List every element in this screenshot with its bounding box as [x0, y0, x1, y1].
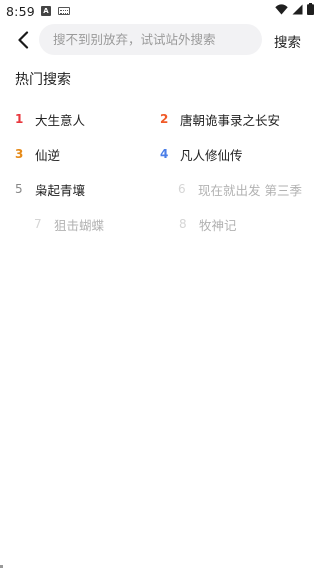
hot-search-rank: 6	[178, 182, 186, 196]
hot-search-rank: 8	[179, 217, 187, 231]
hot-search-item-title: 牧神记	[199, 217, 237, 233]
battery-icon	[307, 3, 314, 15]
hot-search-item-title: 枭起青壤	[35, 182, 86, 198]
notification-icons: A	[41, 6, 70, 16]
hot-search-rank: 2	[160, 112, 169, 126]
hot-search-item[interactable]: 5 枭起青壤	[15, 179, 85, 199]
keyboard-icon	[58, 7, 70, 15]
status-time: 8:59	[6, 4, 35, 19]
hot-search-rank: 3	[15, 147, 24, 161]
hot-search-rank: 4	[160, 147, 169, 161]
status-bar: 8:59 A	[0, 0, 320, 22]
search-input[interactable]	[39, 24, 262, 55]
hot-search-item-title: 凡人修仙传	[180, 147, 243, 163]
hot-search-item[interactable]: 6 现在就出发 第三季	[178, 179, 302, 199]
system-icons	[275, 3, 314, 15]
hot-search-item[interactable]: 8 牧神记	[179, 214, 237, 234]
wifi-icon	[275, 3, 288, 14]
cell-signal-icon	[292, 4, 303, 14]
hot-search-item[interactable]: 7 狙击蝴蝶	[34, 214, 104, 234]
hot-search-rank: 1	[15, 112, 24, 126]
hot-search-item[interactable]: 4 凡人修仙传	[160, 144, 243, 164]
search-screen: 8:59 A 搜索 热门搜索 1	[0, 0, 320, 568]
hot-search-rank: 7	[34, 217, 42, 231]
back-button[interactable]	[10, 26, 36, 54]
search-button[interactable]: 搜索	[274, 31, 301, 51]
app-notification-icon: A	[41, 6, 51, 16]
hot-search-item[interactable]: 2 唐朝诡事录之长安	[160, 109, 280, 129]
search-header: 搜索	[0, 22, 320, 58]
hot-search-item-title: 仙逆	[35, 147, 61, 163]
hot-search-item-title: 唐朝诡事录之长安	[180, 112, 281, 128]
hot-search-item[interactable]: 3 仙逆	[15, 144, 60, 164]
hot-search-item[interactable]: 1 大生意人	[15, 109, 85, 129]
hot-search-rank: 5	[15, 182, 23, 196]
hot-search-title: 热门搜索	[15, 72, 71, 88]
hot-search-item-title: 大生意人	[35, 112, 86, 128]
chevron-left-icon	[18, 31, 29, 49]
hot-search-item-title: 狙击蝴蝶	[54, 217, 105, 233]
hot-search-item-title: 现在就出发 第三季	[198, 182, 302, 198]
